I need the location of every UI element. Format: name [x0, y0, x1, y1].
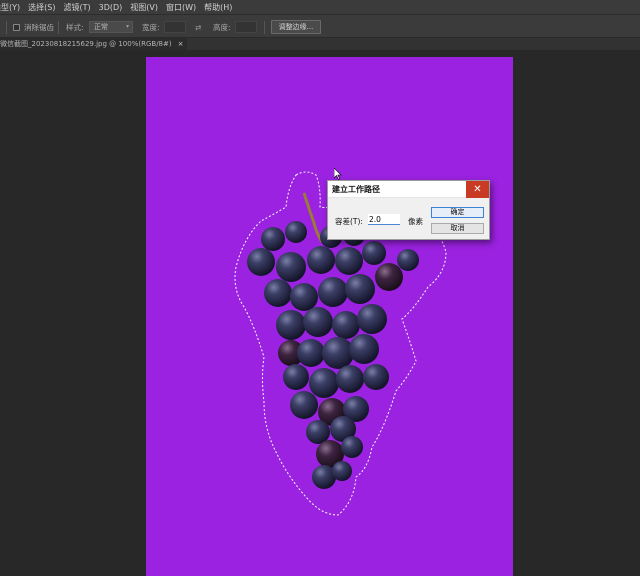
antialias-label: 消除锯齿	[24, 22, 54, 32]
menu-3d[interactable]: 3D(D)	[98, 3, 130, 12]
menu-bar: 类型(Y) 选择(S) 滤镜(T) 3D(D) 视图(V) 窗口(W) 帮助(H…	[0, 0, 640, 14]
swap-dimensions-icon[interactable]: ⇄	[195, 15, 201, 39]
grape-stem	[302, 192, 324, 243]
mouse-cursor-icon	[334, 168, 342, 180]
tolerance-label: 容差(T):	[335, 217, 363, 226]
antialias-checkbox[interactable]	[13, 23, 20, 31]
make-work-path-dialog: 建立工作路径 ✕ 容差(T): 像素 确定 取消	[327, 180, 490, 240]
menu-type[interactable]: 类型(Y)	[0, 2, 27, 13]
grapes-image	[234, 171, 447, 516]
menu-help[interactable]: 帮助(H)	[203, 2, 239, 13]
options-bar: 消除锯齿 样式: 正常 ▾ 宽度: ⇄ 高度: 调整边缘...	[0, 14, 640, 38]
style-select-value: 正常	[94, 23, 108, 31]
ok-button[interactable]: 确定	[431, 207, 484, 218]
height-label: 高度:	[213, 22, 231, 32]
menu-select[interactable]: 选择(S)	[27, 2, 62, 13]
tolerance-unit: 像素	[408, 217, 423, 226]
workspace	[0, 50, 640, 576]
menu-view[interactable]: 视图(V)	[129, 2, 165, 13]
cancel-button[interactable]: 取消	[431, 223, 484, 234]
antialias-option[interactable]: 消除锯齿	[13, 15, 54, 39]
close-tab-icon[interactable]: ×	[178, 38, 184, 50]
refine-edge-button[interactable]: 调整边缘...	[271, 20, 321, 34]
document-tab[interactable]: 微信截图_20230818215629.jpg @ 100%(RGB/8#) ×	[0, 38, 188, 50]
chevron-down-icon: ▾	[125, 23, 129, 30]
menu-window[interactable]: 窗口(W)	[165, 2, 203, 13]
style-label: 样式:	[66, 22, 84, 32]
width-label: 宽度:	[142, 22, 160, 32]
divider	[264, 21, 265, 34]
tolerance-input[interactable]	[368, 214, 400, 225]
document-tab-bar: 微信截图_20230818215629.jpg @ 100%(RGB/8#) ×	[0, 38, 640, 50]
close-icon[interactable]: ✕	[466, 181, 489, 198]
document-tab-title: 微信截图_20230818215629.jpg @ 100%(RGB/8#)	[0, 40, 172, 48]
grape-cluster	[247, 221, 419, 489]
style-select[interactable]: 正常 ▾	[89, 21, 133, 33]
menu-filter[interactable]: 滤镜(T)	[62, 2, 97, 13]
height-input[interactable]	[235, 21, 257, 33]
divider	[58, 21, 59, 34]
document-canvas[interactable]	[146, 57, 513, 576]
divider	[6, 21, 7, 34]
dialog-title: 建立工作路径	[328, 181, 489, 198]
width-input[interactable]	[164, 21, 186, 33]
